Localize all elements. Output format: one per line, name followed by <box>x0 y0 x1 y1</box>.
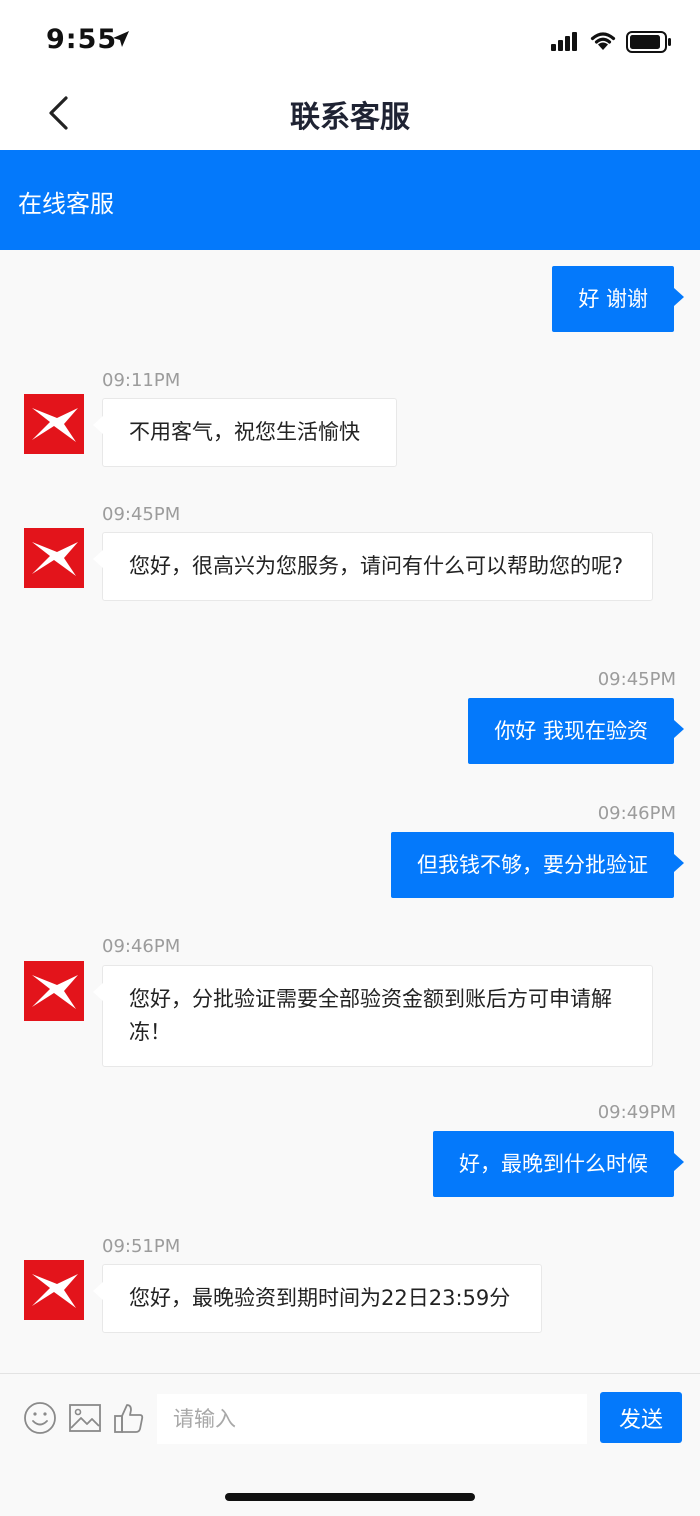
battery-icon <box>626 31 671 53</box>
image-icon[interactable] <box>68 1401 102 1435</box>
signal-icon <box>551 32 577 51</box>
x-logo-icon <box>32 1274 78 1308</box>
agent-avatar <box>24 394 84 454</box>
message-input-bar: 发送 <box>0 1373 700 1516</box>
navigation-bar: 联系客服 <box>0 80 700 150</box>
x-logo-icon <box>32 408 78 442</box>
message-timestamp: 09:49PM <box>597 1102 676 1123</box>
message-timestamp: 09:11PM <box>102 370 181 391</box>
message-input[interactable] <box>157 1394 587 1444</box>
agent-avatar <box>24 961 84 1021</box>
outgoing-message-bubble: 但我钱不够，要分批验证 <box>391 832 684 898</box>
x-logo-icon <box>32 975 78 1009</box>
outgoing-message-bubble: 你好 我现在验资 <box>468 698 684 764</box>
chat-message-list[interactable]: 好 谢谢 09:11PM 不用客气，祝您生活愉快 09:45PM 您好，很高兴为… <box>0 250 700 1373</box>
incoming-message-bubble: 您好，很高兴为您服务，请问有什么可以帮助您的呢? <box>93 532 653 601</box>
x-logo-icon <box>32 542 78 576</box>
outgoing-message-bubble: 好，最晚到什么时候 <box>433 1131 684 1197</box>
message-timestamp: 09:45PM <box>597 669 676 690</box>
message-timestamp: 09:46PM <box>597 803 676 824</box>
online-service-header: 在线客服 <box>0 150 700 250</box>
online-service-label: 在线客服 <box>18 190 114 218</box>
message-timestamp: 09:46PM <box>102 936 181 957</box>
status-bar: 9:55 <box>0 0 700 80</box>
outgoing-message-bubble: 好 谢谢 <box>552 266 684 332</box>
send-button[interactable]: 发送 <box>600 1392 682 1443</box>
incoming-message-bubble: 不用客气，祝您生活愉快 <box>93 398 397 467</box>
agent-avatar <box>24 1260 84 1320</box>
message-timestamp: 09:45PM <box>102 504 181 525</box>
incoming-message-bubble: 您好，分批验证需要全部验资金额到账后方可申请解冻！ <box>93 965 653 1067</box>
location-arrow-icon <box>113 31 129 47</box>
page-title: 联系客服 <box>290 100 410 135</box>
message-timestamp: 09:51PM <box>102 1236 181 1257</box>
home-indicator <box>225 1493 475 1501</box>
incoming-message-bubble: 您好，最晚验资到期时间为22日23:59分 <box>93 1264 542 1333</box>
thumbs-up-icon[interactable] <box>112 1401 146 1435</box>
emoji-icon[interactable] <box>23 1401 57 1435</box>
agent-avatar <box>24 528 84 588</box>
wifi-icon <box>590 32 616 50</box>
status-time: 9:55 <box>46 24 118 55</box>
